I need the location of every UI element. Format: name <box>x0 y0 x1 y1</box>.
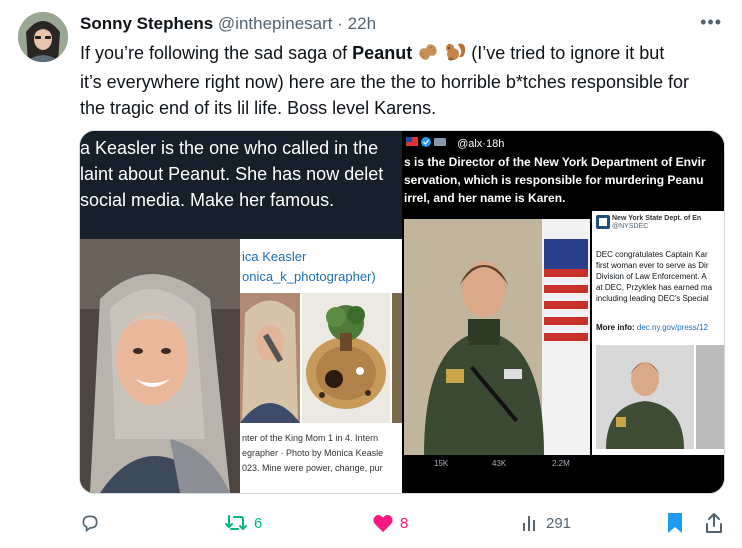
embedded-tweet-header: @alx·18h <box>404 135 724 151</box>
card-org-handle: @NYSDEC <box>612 223 649 230</box>
photographer-profile-screenshot: ica Keasler onica_k_photographer) nter o… <box>240 239 402 493</box>
tweet-timestamp[interactable]: 22h <box>348 14 376 33</box>
profile-thumbnails <box>240 293 402 423</box>
nysdec-post-card: New York State Dept. of En @NYSDEC DEC c… <box>592 211 724 455</box>
embedded-tweet-handle: @alx·18h <box>457 138 505 150</box>
retweet-icon <box>225 515 247 530</box>
embedded-retweet-count: 15K <box>434 459 449 468</box>
share-button[interactable] <box>704 508 724 538</box>
embedded-tweet-line: irrel, and her name is Karen. <box>404 191 566 205</box>
retweet-button[interactable]: 6 <box>224 508 262 538</box>
media-image-left[interactable]: a Keasler is the one who called in the l… <box>80 131 402 493</box>
squirrel-icon <box>444 40 466 69</box>
flag-badge-icons <box>406 137 446 147</box>
tweet-text-line3: the tragic end of its lil life. Boss lev… <box>80 98 437 118</box>
embedded-tweet-line: servation, which is responsible for murd… <box>404 173 704 187</box>
left-caption-line: social media. Make her famous. <box>80 190 335 210</box>
thumbnail-table-decor <box>302 293 390 423</box>
like-button[interactable]: 8 <box>372 508 408 538</box>
tweet-text-line1-pre: If you’re following the sad saga of <box>80 43 353 63</box>
profile-bio: nter of the King Mom 1 in 4. Intern egra… <box>242 431 383 476</box>
peanut-icon <box>417 42 439 69</box>
card-body: DEC congratulates Captain Kar first woma… <box>596 249 712 304</box>
tweet-header: Sonny Stephens @inthepinesart · 22h <box>80 14 722 38</box>
card-info-label: More info: <box>596 323 637 332</box>
officer-portrait-photo <box>404 219 590 455</box>
author-handle[interactable]: @inthepinesart <box>218 14 333 33</box>
card-officer-photo <box>596 345 694 449</box>
avatar[interactable] <box>18 12 68 62</box>
tweet-text: If you’re following the sad saga of Pean… <box>80 40 720 121</box>
thumbnail-portrait <box>240 293 300 423</box>
left-caption-line: a Keasler is the one who called in the <box>80 138 379 158</box>
embedded-tweet-line: s is the Director of the New York Depart… <box>404 155 706 169</box>
card-info-link: dec.ny.gov/press/12 <box>636 323 708 332</box>
card-body-line: DEC congratulates Captain Kar <box>596 250 708 259</box>
profile-bio-line: 023. Mine were power, change, pur <box>242 463 383 473</box>
profile-bio-line: egrapher · Photo by Monica Keasle <box>242 448 384 458</box>
media-image-right[interactable]: @alx·18h s is the Director of the New Yo… <box>404 131 724 493</box>
reply-button[interactable] <box>80 508 106 538</box>
heart-icon <box>373 515 393 533</box>
card-body-line: including leading DEC's Special <box>596 294 709 303</box>
tweet-text-line2: it’s everywhere right now) here are the … <box>80 72 689 92</box>
profile-handle: onica_k_photographer) <box>242 269 376 284</box>
card-secondary-photo <box>696 345 724 449</box>
views-count: 291 <box>546 514 572 532</box>
left-caption: a Keasler is the one who called in the l… <box>80 135 402 213</box>
share-icon <box>706 513 722 533</box>
embedded-views-count: 2.2M <box>552 459 570 468</box>
like-count: 8 <box>400 514 409 532</box>
card-body-line: at DEC, Przyklek has earned ma <box>596 283 713 292</box>
card-body-line: Division of Law Enforcement. A <box>596 272 707 281</box>
embedded-like-count: 43K <box>492 459 507 468</box>
reply-icon <box>82 515 98 533</box>
tweet-actions: 6 8 291 <box>80 508 724 538</box>
profile-bio-line: nter of the King Mom 1 in 4. Intern <box>242 433 379 443</box>
card-info: More info: dec.ny.gov/press/12 <box>596 323 708 332</box>
profile-name: ica Keasler <box>242 249 307 264</box>
bookmark-button[interactable] <box>666 508 684 538</box>
left-caption-line: laint about Peanut. She has now delet <box>80 164 384 184</box>
avatar-image <box>18 12 68 62</box>
media-grid[interactable]: a Keasler is the one who called in the l… <box>79 130 725 494</box>
embedded-tweet-text: s is the Director of the New York Depart… <box>404 153 724 207</box>
tweet-text-line1-post: (I’ve tried to ignore it but <box>466 43 665 63</box>
thumbnail-partial <box>392 293 402 423</box>
header-separator: · <box>337 14 343 33</box>
views-icon <box>523 516 535 531</box>
views-button[interactable]: 291 <box>520 508 571 538</box>
embedded-tweet-actions: 15K 43K 2.2M <box>404 459 590 475</box>
card-org-name: New York State Dept. of En <box>612 215 702 222</box>
retweet-count: 6 <box>254 514 263 532</box>
bookmark-icon <box>668 513 682 533</box>
tweet-text-bold: Peanut <box>352 43 413 63</box>
nysdec-logo-icon <box>596 215 610 229</box>
more-options-icon[interactable]: ••• <box>700 12 722 33</box>
card-body-line: first woman ever to serve as Dir <box>596 261 709 270</box>
author-name[interactable]: Sonny Stephens <box>80 14 213 33</box>
woman-selfie-photo <box>80 239 240 493</box>
